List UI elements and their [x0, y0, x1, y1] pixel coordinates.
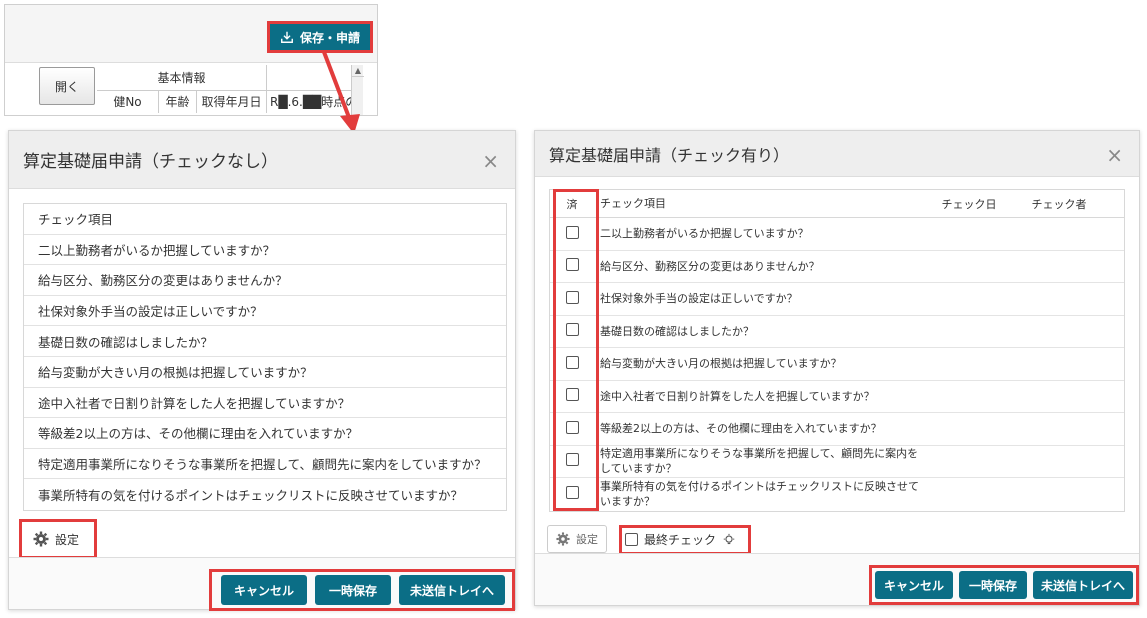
- col-kenno: 健No: [97, 91, 159, 113]
- dialog-with-check: 算定基礎届申請（チェック有り） × 済 チェック項目 チェック日 チェック者 二…: [534, 130, 1140, 606]
- dialog-title: 算定基礎届申請（チェックなし）: [23, 152, 278, 172]
- gear-icon: [556, 532, 570, 546]
- final-check-checkbox[interactable]: [625, 533, 638, 546]
- final-check-label: 最終チェック: [644, 533, 717, 547]
- temp-save-button[interactable]: 一時保存: [315, 575, 391, 605]
- table-row: 等級差2以上の方は、その他欄に理由を入れていますか？: [550, 413, 1124, 446]
- settings-label: 設定: [55, 532, 80, 547]
- cancel-button[interactable]: キャンセル: [875, 571, 953, 599]
- group-header-basic-info: 基本情報: [97, 64, 267, 91]
- download-icon: [281, 31, 293, 43]
- table-row: 二以上勤務者がいるか把握していますか？: [550, 218, 1124, 251]
- cancel-button[interactable]: キャンセル: [221, 575, 307, 605]
- settings-button[interactable]: 設定: [25, 525, 88, 553]
- col-checker: チェック者: [1031, 197, 1087, 211]
- list-item: 基礎日数の確認はしましたか？: [24, 326, 506, 357]
- table-row: 社保対象外手当の設定は正しいですか？: [550, 283, 1124, 316]
- outbox-button[interactable]: 未送信トレイへ: [399, 575, 505, 605]
- table-header: 済 チェック項目 チェック日 チェック者: [550, 190, 1124, 218]
- list-item: 事業所特有の気を付けるポイントはチェックリストに反映させていますか？: [38, 488, 464, 504]
- row-item: 基礎日数の確認はしましたか？: [600, 324, 754, 338]
- col-age: 年齢: [159, 91, 197, 113]
- row-item: 給与変動が大きい月の根拠は把握していますか？: [600, 357, 842, 371]
- settings-button[interactable]: 設定: [547, 525, 607, 553]
- close-icon[interactable]: ×: [482, 149, 499, 173]
- table-row: 給与区分、勤務区分の変更はありませんか？: [550, 251, 1124, 283]
- dialog-title: 算定基礎届申請（チェック有り）: [549, 145, 790, 165]
- temp-save-button[interactable]: 一時保存: [959, 571, 1027, 599]
- outbox-button[interactable]: 未送信トレイへ: [1033, 571, 1133, 599]
- done-column-highlight: [553, 189, 599, 511]
- row-item: 社保対象外手当の設定は正しいですか？: [600, 292, 798, 306]
- final-check-toggle[interactable]: 最終チェック: [625, 531, 736, 548]
- table-row: 事業所特有の気を付けるポイントはチェックリストに反映させていますか？: [550, 478, 1124, 511]
- dialog-header: 算定基礎届申請（チェックなし） ×: [9, 131, 515, 189]
- list-item: 二以上勤務者がいるか把握していますか？: [24, 235, 506, 266]
- table-row: 途中入社者で日割り計算をした人を把握していますか？: [550, 381, 1124, 413]
- row-item: 給与区分、勤務区分の変更はありませんか？: [600, 259, 820, 273]
- row-item: 等級差2以上の方は、その他欄に理由を入れていますか？: [600, 422, 882, 436]
- gear-icon: [33, 531, 49, 547]
- close-icon[interactable]: ×: [1106, 143, 1123, 167]
- save-apply-label: 保存・申請: [299, 30, 360, 45]
- list-item: 給与変動が大きい月の根拠は把握していますか？: [24, 357, 506, 388]
- lightbulb-icon: [723, 533, 735, 544]
- row-item: 二以上勤務者がいるか把握していますか？: [600, 227, 809, 241]
- open-button[interactable]: 開く: [39, 67, 95, 105]
- list-item: 給与区分、勤務区分の変更はありませんか？: [24, 265, 506, 296]
- list-item: 特定適用事業所になりそうな事業所を把握して、顧問先に案内をしていますか？: [24, 449, 506, 480]
- arrow-icon: [322, 51, 360, 134]
- col-acquired-date: 取得年月日: [197, 91, 267, 113]
- col-item: チェック項目: [600, 197, 666, 210]
- table-row: 給与変動が大きい月の根拠は把握していますか？: [550, 348, 1124, 381]
- list-item: 途中入社者で日割り計算をした人を把握していますか？: [24, 388, 506, 419]
- row-item: 事業所特有の気を付けるポイントはチェックリストに反映させていますか？: [600, 480, 919, 509]
- list-item: 社保対象外手当の設定は正しいですか？: [24, 296, 506, 327]
- check-list: チェック項目 二以上勤務者がいるか把握していますか？ 給与区分、勤務区分の変更は…: [23, 203, 507, 511]
- list-header: チェック項目: [24, 204, 506, 235]
- dialog-header: 算定基礎届申請（チェック有り） ×: [535, 131, 1139, 177]
- list-item: 等級差2以上の方は、その他欄に理由を入れていますか？: [24, 418, 506, 449]
- dialog-no-check: 算定基礎届申請（チェックなし） × チェック項目 二以上勤務者がいるか把握してい…: [8, 130, 516, 611]
- col-check-date: チェック日: [941, 197, 997, 211]
- row-item: 特定適用事業所になりそうな事業所を把握して、顧問先に案内をしていますか？: [600, 447, 919, 476]
- row-item: 途中入社者で日割り計算をした人を把握していますか？: [600, 389, 875, 403]
- check-table: 済 チェック項目 チェック日 チェック者 二以上勤務者がいるか把握していますか？…: [549, 189, 1125, 512]
- table-row: 基礎日数の確認はしましたか？: [550, 316, 1124, 348]
- table-row: 特定適用事業所になりそうな事業所を把握して、顧問先に案内をしていますか？: [550, 446, 1124, 478]
- settings-label: 設定: [576, 533, 598, 546]
